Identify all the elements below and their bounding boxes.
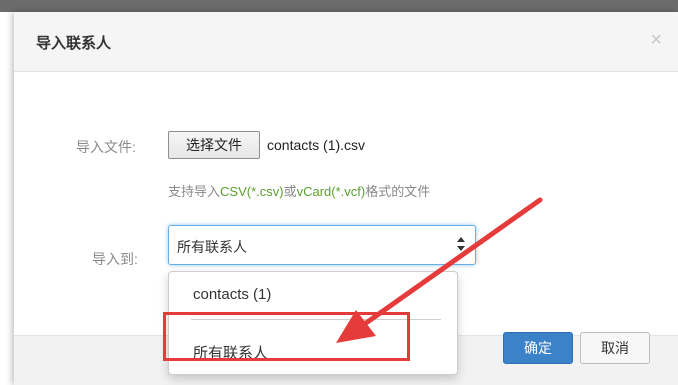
hint-text-1: 支持导入 (168, 184, 221, 199)
hint-csv: CSV(*.csv) (220, 184, 284, 199)
hint-text-2: 格式的文件 (365, 184, 431, 199)
select-current-value: 所有联系人 (177, 239, 247, 255)
format-hint: 支持导入CSV(*.csv)或vCard(*.vcf)格式的文件 (168, 181, 430, 200)
dialog-title: 导入联系人 (36, 35, 112, 52)
hint-or: 或 (283, 184, 297, 199)
cancel-button[interactable]: 取消 (580, 332, 650, 364)
backdrop-strip (0, 0, 678, 12)
choose-file-button[interactable]: 选择文件 (168, 131, 260, 159)
hint-vcard: vCard(*.vcf) (296, 184, 366, 199)
selected-file-name: contacts (1).csv (267, 137, 366, 153)
annotation-highlight-box (163, 312, 410, 361)
import-target-select[interactable]: 所有联系人 (168, 225, 476, 265)
dropdown-option-contacts[interactable]: contacts (1) (169, 286, 457, 310)
close-icon[interactable]: × (650, 30, 662, 50)
import-file-label: 导入文件: (76, 139, 136, 155)
dialog-header: 导入联系人 × (14, 12, 678, 72)
updown-arrows-icon (457, 237, 465, 251)
screen: 导入联系人 × 导入文件: 选择文件 contacts (1).csv 支持导入… (0, 0, 678, 385)
import-to-label: 导入到: (92, 251, 138, 267)
confirm-button[interactable]: 确定 (503, 332, 573, 364)
